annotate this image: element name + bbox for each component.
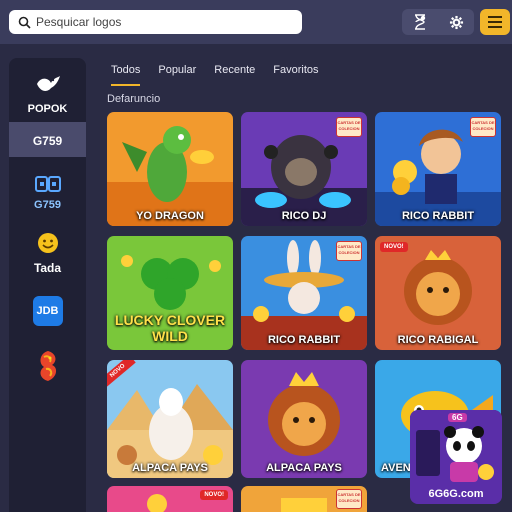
dragon-logo [34, 349, 62, 388]
provider-jdb[interactable]: JDB [9, 292, 86, 330]
game-tile-partial-2[interactable]: CARTAS DE COLECION [241, 486, 367, 512]
game-tile-rico-rabbit-2[interactable]: CARTAS DE COLECION RICO RABBIT [241, 236, 367, 350]
game-title: RICO RABBIT [267, 334, 341, 346]
game-tile-rico-rabbit-1[interactable]: CARTAS DE COLECION RICO RABBIT [375, 112, 501, 226]
game-tile-alpaca-pays-2[interactable]: ALPACA PAYS [241, 360, 367, 478]
provider-sidebar: POPOK G759 G759 Tada JDB [9, 58, 86, 512]
promo-badge[interactable]: 6G 6G6G.com [410, 410, 502, 504]
game-tile-yo-dragon[interactable]: YO DRAGON [107, 112, 233, 226]
new-badge: NOVO! [380, 242, 408, 252]
jdb-logo: JDB [32, 296, 63, 326]
bird-icon [35, 74, 61, 101]
provider-popok[interactable]: POPOK [9, 68, 86, 120]
game-tile-partial-1[interactable]: NOVO! [107, 486, 233, 512]
collection-badge: CARTAS DE COLECION [336, 489, 362, 509]
promo-label: 6G6G.com [428, 488, 484, 500]
filter-tabs: Todos Popular Recente Favoritos [106, 58, 337, 88]
tab-popular[interactable]: Popular [158, 58, 196, 82]
game-title: RICO RABIGAL [397, 334, 479, 346]
promo-mini-badge: 6G [448, 413, 467, 422]
game-title: ALPACA PAYS [132, 462, 208, 474]
g759-tile-logo [34, 175, 61, 197]
provider-tada[interactable]: Tada [9, 230, 86, 276]
game-tile-lucky-clover-wild[interactable]: LUCKY CLOVER WILD [107, 236, 233, 350]
game-title: ALPACA PAYS [266, 462, 342, 474]
search-box[interactable] [9, 10, 302, 34]
collection-badge: CARTAS DE COLECION [336, 241, 362, 261]
section-title: Defaruncio [107, 93, 161, 105]
provider-label: G759 [34, 198, 61, 211]
search-input[interactable] [36, 15, 286, 29]
provider-g759-active[interactable]: G759 [9, 122, 86, 157]
provider-g759[interactable]: G759 [9, 170, 86, 216]
top-bar [0, 0, 512, 44]
provider-label: Tada [33, 260, 62, 275]
game-tile-rico-rabigal[interactable]: NOVO! RICO RABIGAL [375, 236, 501, 350]
game-title: LUCKY CLOVER WILD [114, 312, 226, 344]
provider-label: G759 [32, 133, 63, 148]
search-icon [17, 15, 31, 29]
hourglass-icon[interactable] [402, 9, 438, 35]
hamburger-icon[interactable] [480, 9, 510, 35]
game-tile-rico-dj[interactable]: CARTAS DE COLECION RICO DJ [241, 112, 367, 226]
smiley-icon [37, 232, 59, 259]
alpaca-art [107, 360, 233, 478]
new-badge: NOVO! [200, 490, 228, 500]
game-title: RICO RABBIT [401, 210, 475, 222]
tab-todos[interactable]: Todos [111, 58, 141, 86]
tab-favoritos[interactable]: Favoritos [273, 58, 318, 82]
game-tile-alpaca-pays-1[interactable]: NOVO ALPACA PAYS [107, 360, 233, 478]
game-title: YO DRAGON [136, 210, 204, 222]
game-title: RICO DJ [281, 210, 327, 222]
lion-king-art [241, 360, 367, 478]
gear-icon[interactable] [438, 9, 474, 35]
lion-art [375, 236, 501, 350]
collection-badge: CARTAS DE COLECION [470, 117, 496, 137]
collection-badge: CARTAS DE COLECION [336, 117, 362, 137]
tab-recente[interactable]: Recente [214, 58, 255, 82]
dragon-art [107, 112, 233, 226]
provider-label: POPOK [27, 102, 68, 115]
toolbar-group [402, 9, 474, 35]
provider-dragon[interactable] [9, 346, 86, 390]
